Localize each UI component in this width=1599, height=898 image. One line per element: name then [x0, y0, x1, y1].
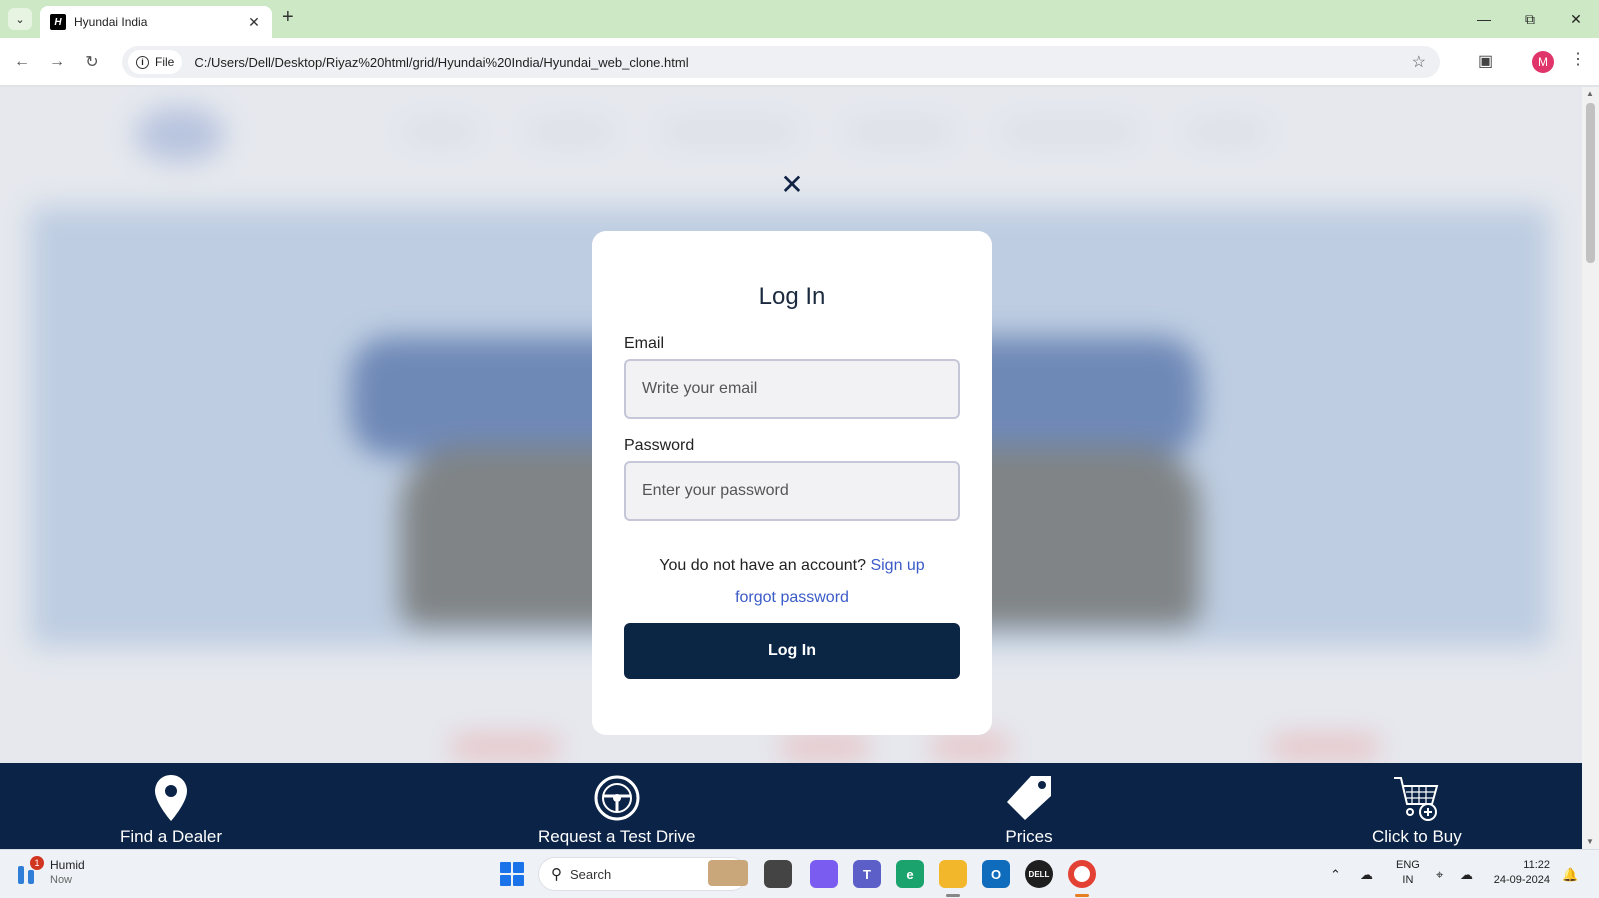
windows-taskbar: 1 Humid Now ⚲ Search T e O DELL ⌃ ☁ ENG … [0, 849, 1599, 898]
weather-widget[interactable]: 1 Humid Now [16, 856, 85, 888]
minimize-icon[interactable]: — [1461, 0, 1507, 38]
url-scheme-label: File [155, 55, 175, 69]
email-label: Email [624, 335, 665, 352]
onedrive-icon[interactable]: ☁ [1360, 850, 1373, 898]
system-clock[interactable]: 11:22 24-09-2024 [1490, 858, 1550, 888]
hyundai-favicon-icon: H [50, 14, 66, 30]
address-bar[interactable]: i File C:/Users/Dell/Desktop/Riyaz%20htm… [122, 46, 1440, 78]
browser-menu-icon[interactable]: ⋮ [1570, 49, 1586, 69]
test-drive-label: Request a Test Drive [538, 827, 696, 846]
active-indicator [1075, 894, 1089, 897]
login-modal: Log In Email Password You do not have an… [592, 231, 992, 735]
modal-title: Log In [758, 283, 826, 310]
price-tag-icon [1005, 771, 1053, 825]
taskbar-search-label: Search [570, 866, 612, 882]
site-info-chip[interactable]: i File [128, 50, 183, 74]
test-drive-button[interactable]: Request a Test Drive [538, 771, 695, 847]
volume-icon[interactable]: ☁ [1460, 850, 1473, 898]
notification-bell-icon[interactable]: 🔔 [1562, 850, 1578, 898]
page-scrollbar[interactable]: ▲ ▼ [1582, 87, 1599, 849]
tab-search-dropdown-icon[interactable]: ⌄ [8, 8, 32, 30]
forgot-password-link[interactable]: forgot password [592, 589, 992, 607]
no-account-text: You do not have an account? [659, 557, 866, 574]
scroll-up-icon[interactable]: ▲ [1586, 89, 1594, 98]
search-icon: ⚲ [551, 866, 562, 883]
bottom-action-bar: Find a Dealer Request a Test Drive Price… [0, 763, 1582, 849]
edge-icon[interactable]: e [896, 860, 924, 888]
browser-toolbar: ← → ↻ i File C:/Users/Dell/Desktop/Riyaz… [0, 38, 1599, 86]
language-code: ENG [1396, 859, 1420, 871]
restore-icon[interactable]: ⧉ [1507, 0, 1553, 38]
scroll-down-icon[interactable]: ▼ [1586, 837, 1594, 846]
signup-prompt: You do not have an account? Sign up [592, 557, 992, 575]
location-pin-icon [153, 771, 189, 825]
tab-title: Hyundai India [74, 15, 148, 29]
prices-label: Prices [1005, 827, 1053, 846]
url-text[interactable]: C:/Users/Dell/Desktop/Riyaz%20html/grid/… [194, 55, 1411, 70]
weather-subtitle: Now [50, 874, 73, 886]
notification-badge: 1 [30, 856, 44, 870]
browser-tab[interactable]: H Hyundai India ✕ [40, 6, 272, 38]
page-viewport: ✕ Log In Email Password You do not have … [0, 87, 1582, 849]
weather-title: Humid [50, 858, 85, 872]
reload-icon[interactable]: ↻ [80, 50, 104, 74]
click-to-buy-button[interactable]: Click to Buy [1372, 771, 1462, 847]
windows-start-icon[interactable] [500, 862, 524, 886]
find-dealer-button[interactable]: Find a Dealer [120, 771, 222, 847]
scrollbar-thumb[interactable] [1586, 103, 1595, 263]
copilot-icon[interactable] [810, 860, 838, 888]
chrome-icon[interactable] [1068, 860, 1096, 888]
window-controls: — ⧉ ✕ [1461, 0, 1599, 38]
find-dealer-label: Find a Dealer [120, 827, 223, 846]
click-to-buy-label: Click to Buy [1372, 827, 1462, 846]
password-field[interactable] [624, 461, 960, 521]
shopping-cart-icon [1392, 771, 1442, 825]
bookmark-star-icon[interactable]: ☆ [1412, 52, 1426, 72]
search-highlight-image [708, 860, 748, 886]
password-label: Password [624, 437, 695, 454]
weather-icon: 1 [16, 856, 44, 886]
close-modal-icon[interactable]: ✕ [780, 171, 804, 199]
email-field[interactable] [624, 359, 960, 419]
outlook-icon[interactable]: O [982, 860, 1010, 888]
region-code: IN [1402, 874, 1414, 886]
task-view-icon[interactable] [764, 860, 792, 888]
show-hidden-icons-icon[interactable]: ⌃ [1330, 850, 1341, 898]
language-indicator[interactable]: ENG IN [1396, 858, 1420, 888]
active-indicator [946, 894, 960, 897]
prices-button[interactable]: Prices [1005, 771, 1053, 847]
file-explorer-icon[interactable] [939, 860, 967, 888]
signup-link[interactable]: Sign up [870, 557, 924, 574]
dell-icon[interactable]: DELL [1025, 860, 1053, 888]
login-button[interactable]: Log In [624, 623, 960, 679]
info-icon: i [136, 55, 149, 69]
close-window-icon[interactable]: ✕ [1553, 0, 1599, 38]
profile-avatar[interactable]: M [1532, 51, 1554, 73]
forward-icon[interactable]: → [45, 50, 69, 74]
new-tab-icon[interactable]: + [282, 6, 294, 29]
browser-tab-strip: ⌄ H Hyundai India ✕ + — ⧉ ✕ [0, 0, 1599, 38]
steering-wheel-icon [593, 771, 641, 825]
wifi-icon[interactable]: ⌖ [1436, 850, 1443, 898]
extensions-icon[interactable]: ▣ [1478, 51, 1493, 71]
clock-time: 11:22 [1523, 859, 1550, 871]
tab-close-icon[interactable]: ✕ [246, 14, 262, 31]
back-icon[interactable]: ← [10, 50, 34, 74]
clock-date: 24-09-2024 [1493, 874, 1550, 886]
teams-icon[interactable]: T [853, 860, 881, 888]
